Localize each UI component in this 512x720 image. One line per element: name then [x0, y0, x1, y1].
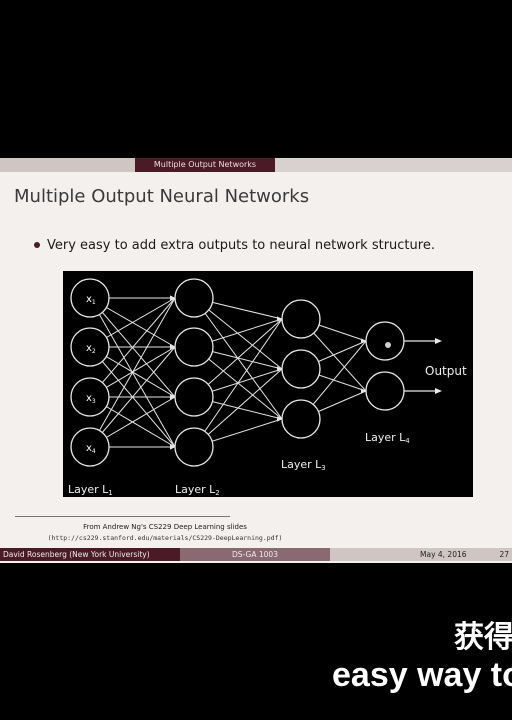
- neural-network-figure: x1 x2 x3 x4 Output Layer L1 Layer L2 Layer L3 La…: [63, 271, 473, 497]
- output-marker: [385, 342, 391, 348]
- footnote-rule: [15, 516, 230, 517]
- layer-label-2: Layer L2: [175, 483, 220, 497]
- section-title: Multiple Output Networks: [135, 158, 275, 172]
- neuron-layer2-4: [174, 427, 214, 467]
- layer-subscript: 3: [321, 464, 325, 472]
- output-arrowhead-2: [435, 388, 442, 394]
- neural-network-diagram: x1x2x3x4OutputLayer L1 Layer L2Layer L3La…: [68, 278, 467, 497]
- arrowhead: [361, 338, 366, 344]
- neuron-layer2-1: [174, 278, 214, 318]
- footer-author: David Rosenberg (New York University): [0, 548, 180, 561]
- input-subscript: 4: [92, 448, 96, 455]
- input-subscript: 1: [92, 299, 96, 306]
- bullet-item: Very easy to add extra outputs to neural…: [34, 238, 435, 253]
- layer-label-3: Layer L3: [281, 458, 326, 472]
- slide: Multiple Output Networks Multiple Output…: [0, 158, 512, 563]
- layer-subscript: 2: [215, 489, 219, 497]
- footnote-source: From Andrew Ng's CS229 Deep Learning sli…: [83, 523, 247, 531]
- header-bar: Multiple Output Networks: [0, 158, 512, 172]
- neuron-layer2-2: [174, 327, 214, 367]
- layer-subscript: 4: [405, 437, 410, 445]
- subtitle-line-1: 获得: [454, 620, 512, 655]
- subtitle-line-2: easy way to: [332, 656, 512, 694]
- bullet-text: Very easy to add extra outputs to neural…: [47, 238, 435, 253]
- neuron-layer4-2: [365, 371, 405, 411]
- footer-date: May 4, 2016: [420, 550, 467, 559]
- neuron-layer3-2: [281, 349, 321, 389]
- output-label: Output: [425, 364, 467, 378]
- input-subscript: 3: [92, 398, 96, 405]
- footnote-url: (http://cs229.stanford.edu/materials/CS2…: [47, 534, 283, 542]
- layer-label-1: Layer L1: [68, 483, 113, 497]
- bullet-icon: [34, 241, 40, 248]
- footer-bar: David Rosenberg (New York University) DS…: [0, 548, 512, 561]
- layer-label-4: Layer L4: [365, 431, 410, 445]
- connections: [89, 295, 367, 450]
- slide-title: Multiple Output Neural Networks: [14, 186, 310, 207]
- input-subscript: 2: [92, 348, 96, 355]
- arrowhead: [361, 388, 366, 394]
- neuron-layer3-3: [281, 399, 321, 439]
- neuron-layer2-3: [174, 377, 214, 417]
- layer-subscript: 1: [108, 489, 112, 497]
- neuron-layer3-1: [281, 299, 321, 339]
- footer-page-number: 27: [499, 550, 509, 559]
- output-arrowhead-1: [435, 338, 442, 344]
- neuron-layer4-1: [365, 321, 405, 361]
- footer-course: DS-GA 1003: [180, 548, 330, 561]
